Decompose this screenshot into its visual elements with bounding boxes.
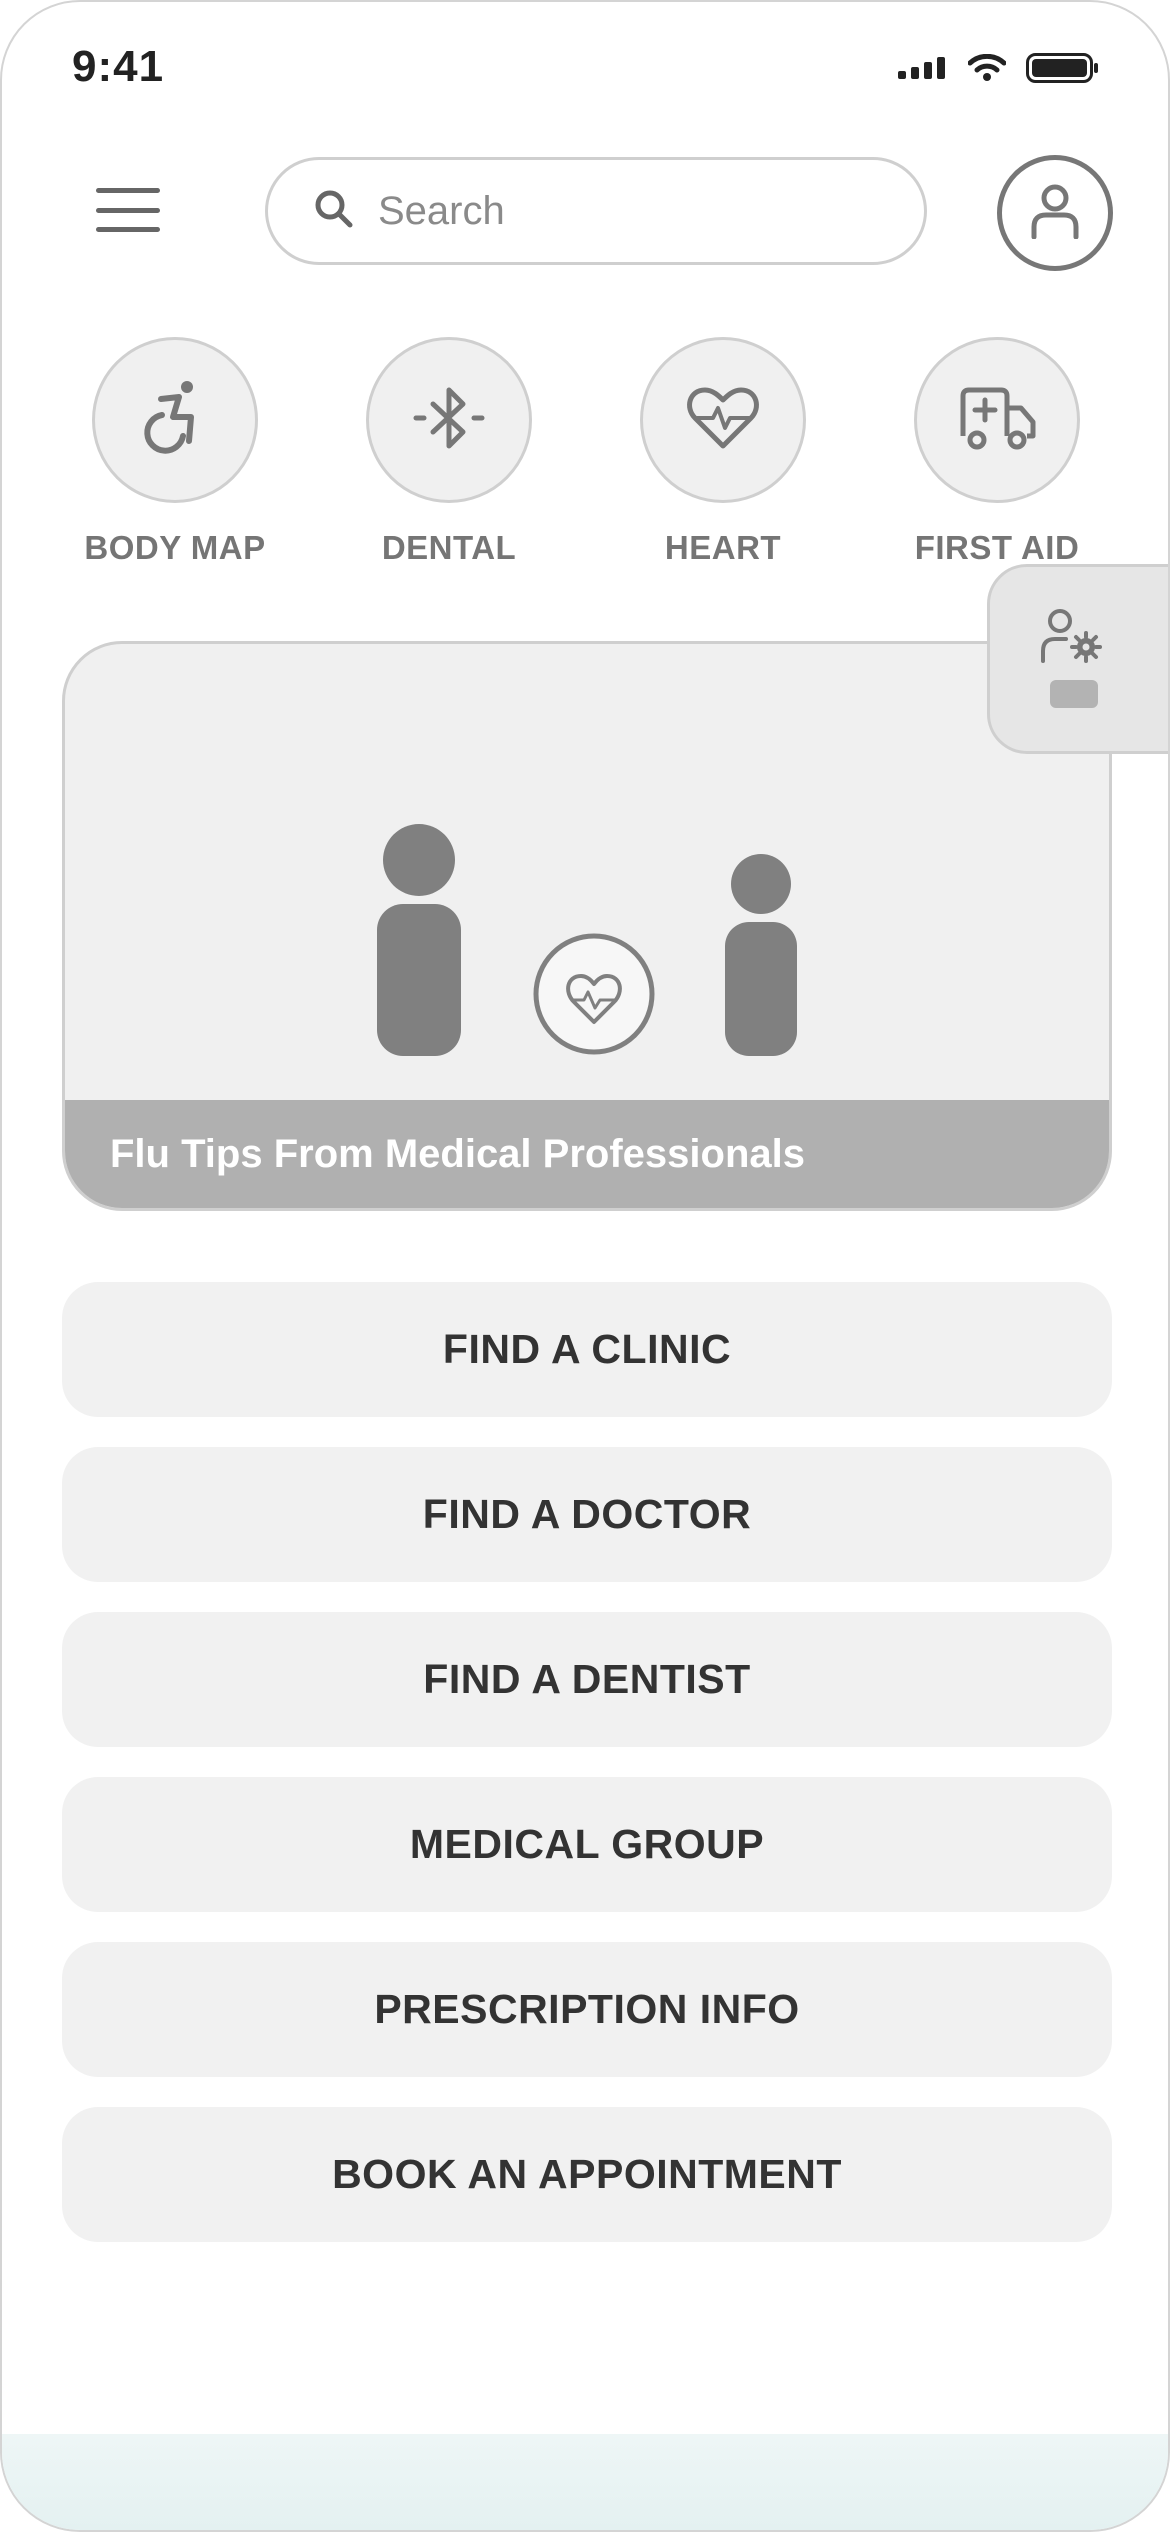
wifi-icon [967, 53, 1007, 87]
hamburger-menu-icon[interactable] [96, 182, 160, 238]
category-circle [92, 337, 258, 503]
prescription-info-button[interactable]: PRESCRIPTION INFO [62, 1942, 1112, 2077]
user-icon [1030, 183, 1080, 244]
find-clinic-button[interactable]: FIND A CLINIC [62, 1282, 1112, 1417]
person-figure-right [725, 854, 797, 1056]
find-doctor-button[interactable]: FIND A DOCTOR [62, 1447, 1112, 1582]
category-label: HEART [664, 529, 782, 566]
user-settings-icon [1040, 609, 1102, 670]
flu-tips-card[interactable]: Flu Tips From Medical Professionals [62, 641, 1112, 1211]
category-body-map[interactable]: BODY MAP [60, 337, 290, 567]
category-dental[interactable]: DENTAL [334, 337, 564, 567]
status-icons [898, 52, 1100, 88]
book-appointment-button[interactable]: BOOK AN APPOINTMENT [62, 2107, 1112, 2242]
card-caption-bar: Flu Tips From Medical Professionals [65, 1100, 1109, 1208]
category-label: DENTAL [381, 529, 517, 566]
admin-settings-tab[interactable] [987, 564, 1168, 754]
profile-button[interactable] [997, 155, 1113, 271]
accessibility-icon [135, 378, 215, 463]
category-label: BODY MAP [84, 529, 266, 566]
find-dentist-button[interactable]: FIND A DENTIST [62, 1612, 1112, 1747]
medical-group-button[interactable]: MEDICAL GROUP [62, 1777, 1112, 1912]
category-heart[interactable]: HEART [608, 337, 838, 567]
cellular-signal-icon [898, 56, 948, 84]
battery-icon [1026, 52, 1100, 88]
category-circle [366, 337, 532, 503]
admin-tab-indicator [1050, 680, 1098, 708]
search-bar[interactable] [265, 157, 927, 265]
category-circle [640, 337, 806, 503]
heart-pulse-icon [533, 933, 655, 1055]
search-icon [268, 189, 354, 234]
heart-pulse-icon [683, 378, 763, 463]
status-time: 9:41 [72, 42, 165, 91]
card-caption: Flu Tips From Medical Professionals [110, 1131, 805, 1176]
search-input[interactable] [376, 187, 860, 235]
person-figure-left [377, 824, 461, 1056]
category-circle [914, 337, 1080, 503]
hero-illustration [377, 824, 797, 1056]
phone-frame: 9:41 Search BODY MAP DENTAL HEART FIRST … [0, 0, 1170, 2532]
bottom-safe-area [2, 2434, 1168, 2530]
category-label: FIRST AID [914, 529, 1080, 566]
category-first-aid[interactable]: FIRST AID [882, 337, 1112, 567]
bluetooth-icon [409, 378, 489, 463]
ambulance-icon [955, 378, 1039, 463]
